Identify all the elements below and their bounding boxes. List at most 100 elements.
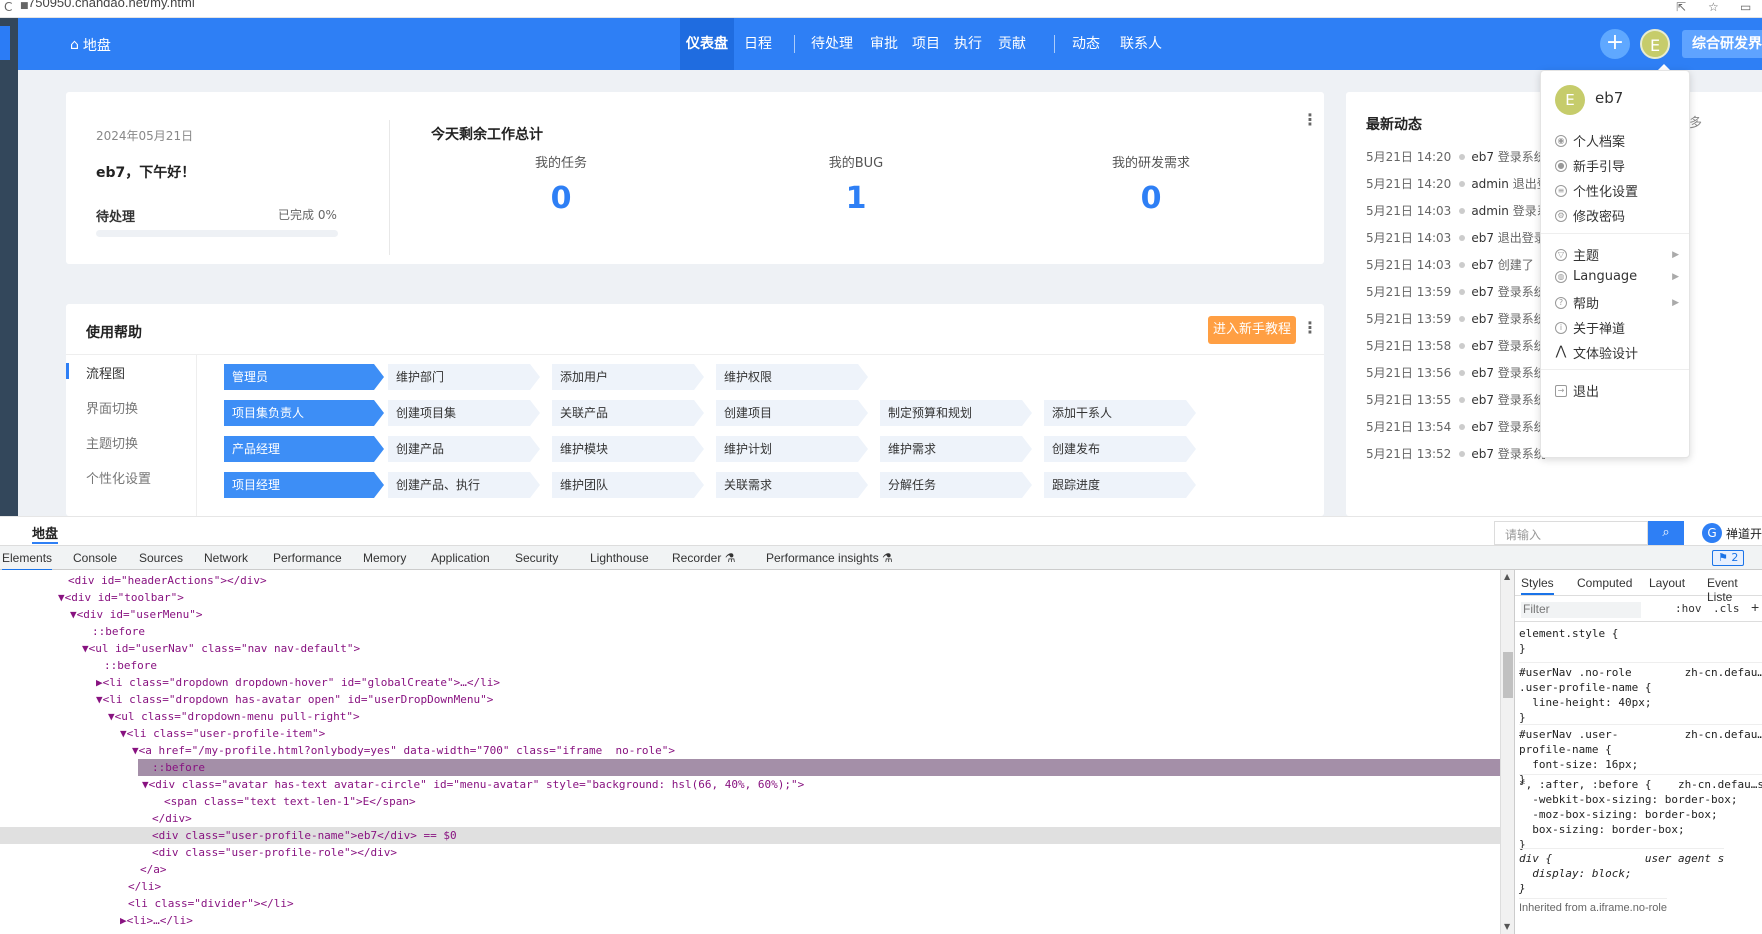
dom-line[interactable]: ::before bbox=[0, 657, 1500, 674]
flow-step[interactable]: 创建项目 bbox=[716, 400, 868, 426]
tab-layout[interactable]: Layout bbox=[1649, 576, 1685, 590]
dom-line[interactable]: ::before bbox=[0, 623, 1500, 640]
activity-item[interactable]: 5月21日 13:52 eb7 登录系统 bbox=[1366, 445, 1546, 462]
dom-line[interactable]: <span class="text text-len-1">E</span> bbox=[0, 793, 1500, 810]
dom-line[interactable]: ▼<li class="dropdown has-avatar open" id… bbox=[0, 691, 1500, 708]
menu-about[interactable]: i 关于禅道 bbox=[1555, 318, 1679, 337]
flow-step[interactable]: 添加用户 bbox=[552, 364, 704, 390]
dom-line[interactable]: ▼<ul class="dropdown-menu pull-right"> bbox=[0, 708, 1500, 725]
devtools-tab-console[interactable]: Console bbox=[73, 551, 117, 565]
scroll-up-icon[interactable]: ▲ bbox=[1504, 572, 1510, 581]
dom-line[interactable]: </a> bbox=[0, 861, 1500, 878]
flow-step[interactable]: 制定预算和规划 bbox=[880, 400, 1032, 426]
devtools-tab-application[interactable]: Application bbox=[431, 551, 490, 565]
dom-line[interactable]: ▼<ul id="userNav" class="nav nav-default… bbox=[0, 640, 1500, 657]
start-tutorial-button[interactable]: 进入新手教程 bbox=[1208, 316, 1296, 344]
search-input[interactable]: 请输入 bbox=[1494, 521, 1648, 545]
menu-logout[interactable]: → 退出 bbox=[1555, 381, 1679, 400]
devtools-tab-performance[interactable]: Performance bbox=[273, 551, 342, 565]
dom-line[interactable]: ▶<li>…</li> bbox=[0, 912, 1500, 929]
flow-step[interactable]: 跟踪进度 bbox=[1044, 472, 1196, 498]
stat-value[interactable]: 0 bbox=[486, 181, 636, 216]
help-tab-ui-switch[interactable]: 界面切换 bbox=[86, 398, 138, 417]
more-options-icon[interactable]: ⋮ bbox=[1302, 318, 1318, 337]
menu-tutorial[interactable]: ● 新手引导 bbox=[1555, 156, 1679, 175]
nav-review[interactable]: 审批 bbox=[866, 18, 902, 70]
menu-change-password[interactable]: ⚙ 修改密码 bbox=[1555, 206, 1679, 225]
activity-item[interactable]: 5月21日 13:56 eb7 登录系统 bbox=[1366, 364, 1546, 381]
flow-step[interactable]: 维护部门 bbox=[388, 364, 540, 390]
nav-project[interactable]: 项目 bbox=[908, 18, 944, 70]
nav-calendar[interactable]: 日程 bbox=[738, 18, 778, 70]
devtools-tab-perf-insights[interactable]: Performance insights ⚗ bbox=[766, 551, 893, 565]
menu-help[interactable]: ? 帮助 ▶ bbox=[1555, 293, 1679, 312]
cls-toggle[interactable]: .cls bbox=[1713, 602, 1740, 615]
style-rule[interactable]: div { user agent s display: block; } bbox=[1519, 848, 1725, 896]
activity-item[interactable]: 5月21日 13:59 eb7 登录系统 bbox=[1366, 283, 1546, 300]
menu-experience-design[interactable]: ⋀ 文体验设计 bbox=[1555, 343, 1679, 363]
menu-preferences[interactable]: ≡ 个性化设置 bbox=[1555, 181, 1679, 200]
flow-step[interactable]: 关联需求 bbox=[716, 472, 868, 498]
stat-value[interactable]: 0 bbox=[1076, 181, 1226, 216]
star-icon[interactable]: ☆ bbox=[1708, 0, 1719, 14]
nav-contacts[interactable]: 联系人 bbox=[1118, 18, 1164, 70]
dom-line[interactable]: <li class="divider"></li> bbox=[0, 895, 1500, 912]
activity-item[interactable]: 5月21日 13:59 eb7 登录系统 bbox=[1366, 310, 1546, 327]
nav-dynamic[interactable]: 动态 bbox=[1068, 18, 1104, 70]
flow-step[interactable]: 创建项目集 bbox=[388, 400, 540, 426]
flow-step[interactable]: 创建发布 bbox=[1044, 436, 1196, 462]
dom-line[interactable]: ▼<div class="avatar has-text avatar-circ… bbox=[0, 776, 1500, 793]
nav-dashboard[interactable]: 仪表盘 bbox=[680, 18, 734, 70]
flow-role[interactable]: 产品经理 bbox=[224, 436, 384, 462]
flow-step[interactable]: 添加干系人 bbox=[1044, 400, 1196, 426]
flow-step[interactable]: 创建产品 bbox=[388, 436, 540, 462]
nav-execution[interactable]: 执行 bbox=[950, 18, 986, 70]
scroll-thumb[interactable] bbox=[1503, 652, 1513, 698]
activity-item[interactable]: 5月21日 14:03 eb7 退出登录 bbox=[1366, 229, 1546, 246]
activity-item[interactable]: 5月21日 14:20 eb7 登录系统 bbox=[1366, 148, 1546, 165]
activity-item[interactable]: 5月21日 13:54 eb7 登录系统 bbox=[1366, 418, 1546, 435]
issues-badge[interactable]: ⚑ 2 bbox=[1712, 550, 1745, 566]
flow-step[interactable]: 分解任务 bbox=[880, 472, 1032, 498]
more-options-icon[interactable]: ⋮ bbox=[1302, 110, 1318, 129]
tab-styles[interactable]: Styles bbox=[1521, 576, 1554, 595]
zentao-logo[interactable]: G 禅道开 bbox=[1702, 523, 1762, 543]
reload-icon[interactable]: C bbox=[4, 0, 12, 14]
dom-line[interactable]: ▶<li class="dropdown dropdown-hover" id=… bbox=[0, 674, 1500, 691]
url-text[interactable]: 750950.chandao.net/my.html bbox=[28, 0, 195, 10]
stat-stories[interactable]: 我的研发需求 0 bbox=[1076, 152, 1226, 216]
tab-computed[interactable]: Computed bbox=[1577, 576, 1632, 590]
menu-profile[interactable]: ◉ 个人档案 bbox=[1555, 131, 1679, 150]
flow-role[interactable]: 管理员 bbox=[224, 364, 384, 390]
search-button[interactable]: ⌕ bbox=[1648, 521, 1684, 545]
dom-line[interactable]: </li> bbox=[0, 878, 1500, 895]
footer-breadcrumb[interactable]: 地盘 bbox=[32, 523, 59, 544]
flow-step[interactable]: 维护计划 bbox=[716, 436, 868, 462]
stat-tasks[interactable]: 我的任务 0 bbox=[486, 152, 636, 216]
flow-step[interactable]: 维护需求 bbox=[880, 436, 1032, 462]
profile-avatar[interactable]: E bbox=[1555, 85, 1585, 115]
workspace-switch[interactable]: 综合研发界面 bbox=[1682, 30, 1762, 58]
activity-item[interactable]: 5月21日 14:03 admin 登录系统 bbox=[1366, 202, 1561, 219]
styles-filter-input[interactable]: Filter bbox=[1521, 602, 1641, 618]
hov-toggle[interactable]: :hov bbox=[1675, 602, 1702, 615]
add-rule-icon[interactable]: + bbox=[1751, 599, 1759, 615]
dom-line-hovered[interactable]: ::before bbox=[138, 759, 1500, 776]
profile-name[interactable]: eb7 bbox=[1595, 89, 1623, 107]
dom-scrollbar[interactable]: ▲ ▼ bbox=[1500, 570, 1514, 934]
home-link[interactable]: ⌂ 地盘 bbox=[70, 35, 111, 55]
help-tab-flowchart[interactable]: 流程图 bbox=[86, 363, 125, 382]
style-rule[interactable]: #userNav .no-role zh-cn.defau…s? .user-p… bbox=[1519, 662, 1762, 725]
flow-step[interactable]: 维护团队 bbox=[552, 472, 704, 498]
flow-role[interactable]: 项目经理 bbox=[224, 472, 384, 498]
devtools-tab-network[interactable]: Network bbox=[204, 551, 248, 565]
stat-bugs[interactable]: 我的BUG 1 bbox=[781, 152, 931, 216]
dom-line[interactable]: <div id="headerActions"></div> bbox=[0, 572, 1500, 589]
devtools-tab-recorder[interactable]: Recorder ⚗ bbox=[672, 551, 735, 565]
dom-line[interactable]: ▼<div id="toolbar"> bbox=[0, 589, 1500, 606]
menu-theme[interactable]: ▽ 主题 ▶ bbox=[1555, 245, 1679, 264]
activity-item[interactable]: 5月21日 13:55 eb7 登录系统 bbox=[1366, 391, 1546, 408]
devtools-tab-memory[interactable]: Memory bbox=[363, 551, 406, 565]
flow-step[interactable]: 维护模块 bbox=[552, 436, 704, 462]
stat-value[interactable]: 1 bbox=[781, 181, 931, 216]
